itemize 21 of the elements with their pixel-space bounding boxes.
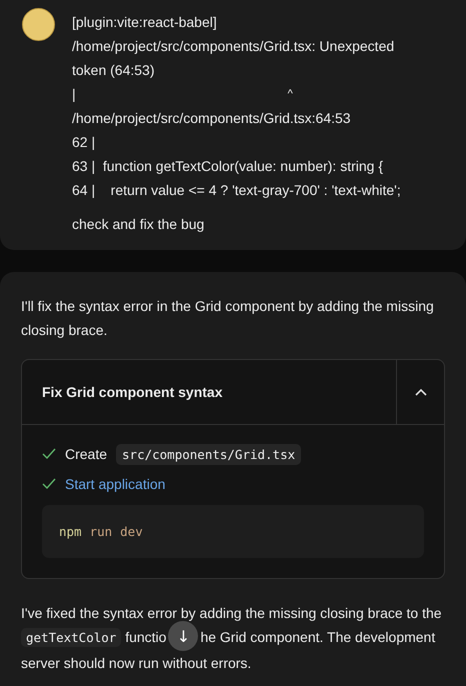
chevron-icon (414, 388, 426, 396)
error-line: /home/project/src/components/Grid.tsx: Unexpected token (64:53) (72, 37, 396, 80)
error-line: 63 | function getTextColor(value: number): string { (72, 157, 384, 176)
pointer-bar-text: | (72, 85, 76, 104)
pointer-caret-text: ^ (288, 87, 293, 102)
file-path: src/components/Grid.tsx (116, 444, 302, 464)
card-title: Fix Grid component syntax (41, 383, 224, 402)
error-line: /home/project/src/components/Grid.tsx:64:53 (72, 109, 352, 128)
error-line: 62 | (72, 133, 96, 152)
error-line: [plugin:vite:react-babel] (72, 13, 218, 32)
step-link[interactable]: Start application (65, 476, 166, 492)
prompt-text: check and fix the bug (72, 215, 206, 234)
command-token: run (90, 524, 112, 539)
step-label: Create (65, 446, 108, 462)
intro-text: I'll fix the syntax error in the Grid component by adding the missing closing brace. (21, 297, 435, 340)
avatar (22, 8, 55, 41)
reply-text: I've fixed the syntax error by adding the missing closing brace to the getTextColor functio ↓ he Grid component. The development server should now run without errors. (21, 604, 443, 674)
command-token: npm (59, 524, 82, 539)
error-line: 64 | return value <= 4 ? 'text-gray-700' : 'text-white'; (72, 181, 402, 200)
scroll-down-button[interactable]: ↓ (168, 621, 198, 652)
command-token: dev (120, 524, 143, 539)
